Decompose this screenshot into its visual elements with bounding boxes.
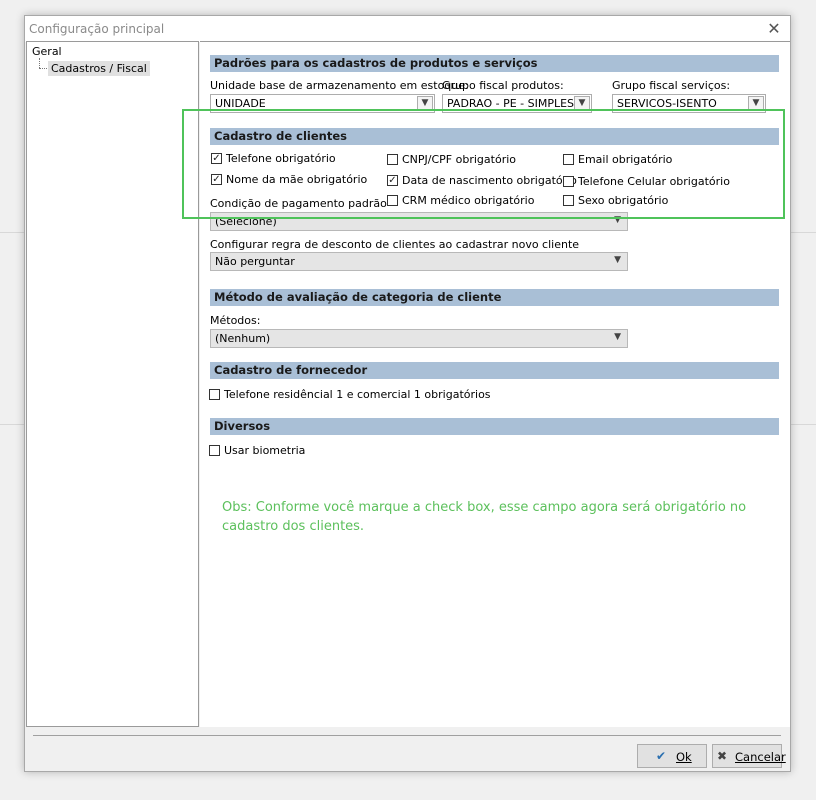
checkbox-label: Telefone residêncial 1 e comercial 1 obr… [224,388,491,401]
tree-item-geral[interactable]: Geral [32,45,62,58]
metodos-value: (Nenhum) [215,332,271,345]
unidade-label: Unidade base de armazenamento em estoque… [210,79,469,92]
grupo-produtos-value: PADRAO - PE - SIMPLES [447,97,575,110]
condicao-pagamento-value: (Selecione) [215,215,277,228]
checkbox-box[interactable]: ✓ [211,153,222,164]
checkbox-box[interactable]: ✓ [211,174,222,185]
condicao-pagamento-select[interactable]: (Selecione) ▼ [210,212,628,231]
checkbox-box[interactable] [387,154,398,165]
navigation-tree: Geral Cadastros / Fiscal [26,41,199,727]
checkbox-label: Email obrigatório [578,153,673,166]
checkbox-label: Sexo obrigatório [578,194,669,207]
checkbox-box[interactable]: ✓ [387,175,398,186]
checkbox-label: Usar biometria [224,444,306,457]
checkbox-label: CNPJ/CPF obrigatório [402,153,516,166]
x-icon: ✖ [717,749,728,763]
checkbox-label: Data de nascimento obrigatório [402,174,577,187]
checkbox-label: Telefone obrigatório [226,152,336,165]
config-window: Configuração principal ✕ Geral Cadastros… [24,15,791,772]
checkbox-box[interactable] [209,389,220,400]
metodos-select[interactable]: (Nenhum) ▼ [210,329,628,348]
check-icon: ✔ [656,749,667,763]
cancel-button[interactable]: ✖ Cancelar [712,744,786,768]
grupo-servicos-select[interactable]: SERVICOS-ISENTO ▼ [612,94,766,113]
section-header-diversos: Diversos [210,418,779,435]
section-header-metodo: Método de avaliação de categoria de clie… [210,289,779,306]
ok-button-label: Ok [676,750,692,764]
grupo-produtos-select[interactable]: PADRAO - PE - SIMPLES ▼ [442,94,592,113]
desconto-value: Não perguntar [215,255,295,268]
chevron-down-icon[interactable]: ▼ [614,332,621,342]
tree-item-cadastros-fiscal[interactable]: Cadastros / Fiscal [48,61,150,76]
desconto-label: Configurar regra de desconto de clientes… [210,238,580,251]
section-header-padroes: Padrões para os cadastros de produtos e … [210,55,779,72]
cancel-button-label: Cancelar [735,750,786,764]
close-icon[interactable]: ✕ [764,19,784,39]
chevron-down-icon[interactable]: ▼ [417,96,433,111]
checkbox-box[interactable] [563,176,574,187]
grupo-produtos-label: Grupo fiscal produtos: [442,79,564,92]
grupo-servicos-label: Grupo fiscal serviços: [612,79,731,92]
annotation-note: Obs: Conforme você marque a check box, e… [222,500,747,534]
checkbox-label: Nome da mãe obrigatório [226,173,368,186]
section-header-fornecedor: Cadastro de fornecedor [210,362,779,379]
checkbox-box[interactable] [209,445,220,456]
desconto-select[interactable]: Não perguntar ▼ [210,252,628,271]
window-title: Configuração principal [29,22,165,36]
tree-connector [39,68,47,69]
footer-divider [33,735,781,736]
section-header-clientes: Cadastro de clientes [210,128,779,145]
unidade-value: UNIDADE [215,97,266,110]
title-bar: Configuração principal ✕ [25,16,790,42]
chevron-down-icon[interactable]: ▼ [614,255,621,265]
checkbox-box[interactable] [387,195,398,206]
condicao-pagamento-label: Condição de pagamento padrão [210,197,387,210]
chevron-down-icon[interactable]: ▼ [748,96,764,111]
metodos-label: Métodos: [210,314,261,327]
chevron-down-icon[interactable]: ▼ [574,96,590,111]
checkbox-box[interactable] [563,195,574,206]
unidade-select[interactable]: UNIDADE ▼ [210,94,435,113]
ok-button[interactable]: ✔ Ok [637,744,707,768]
checkbox-label: Telefone Celular obrigatório [578,175,730,188]
checkbox-label: CRM médico obrigatório [402,194,535,207]
settings-panel: Padrões para os cadastros de produtos e … [200,41,790,727]
grupo-servicos-value: SERVICOS-ISENTO [617,97,717,110]
chevron-down-icon[interactable]: ▼ [614,215,621,225]
tree-connector [39,58,40,68]
checkbox-box[interactable] [563,154,574,165]
